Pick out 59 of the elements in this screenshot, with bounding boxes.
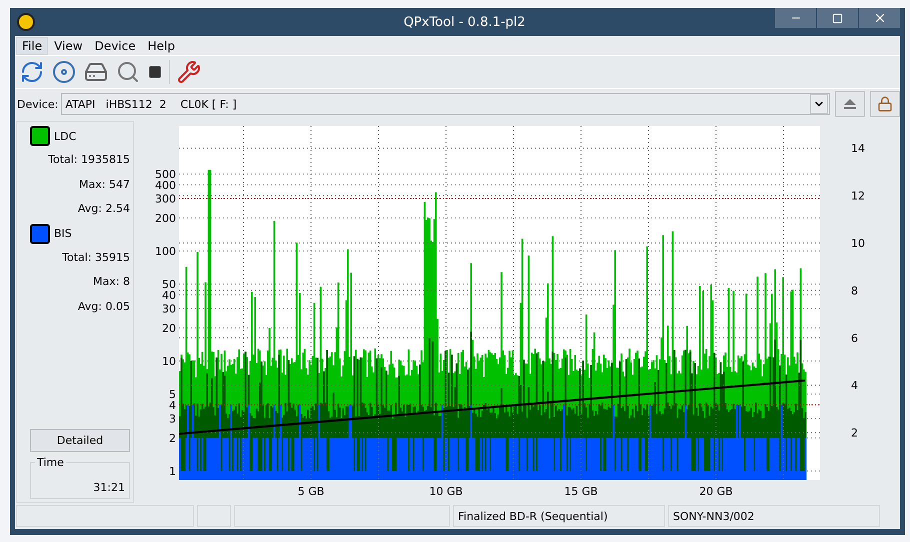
stat-value: Avg: 0.05	[76, 298, 130, 314]
axis-label: 12	[851, 190, 865, 203]
maximize-button[interactable]	[816, 8, 858, 28]
axis-label: 4	[169, 398, 176, 412]
axis-label: 8	[851, 284, 858, 298]
device-label: Device:	[17, 98, 58, 110]
status-text: SONY-NN3/002	[668, 505, 880, 527]
axis-label: 50	[162, 278, 176, 292]
close-button[interactable]	[858, 8, 900, 28]
maximize-icon	[832, 12, 843, 24]
axis-label: 100	[155, 245, 176, 258]
axis-label: 3	[169, 412, 176, 426]
lock-icon	[877, 96, 893, 112]
axis-label: 5 GB	[298, 485, 324, 498]
axis-label: 40	[162, 288, 176, 302]
axis-label: 15 GB	[564, 485, 598, 498]
axis-label: 4	[851, 379, 858, 392]
axis-label: 20 GB	[699, 485, 733, 498]
axis-label: 1	[169, 465, 176, 478]
legend-label: BIS	[54, 227, 72, 240]
refresh-icon[interactable]	[19, 59, 45, 85]
axis-label: 300	[155, 192, 176, 206]
axis-label: 2	[851, 426, 858, 440]
window-title: QPxTool - 0.8.1-pl2	[402, 14, 526, 30]
axis-label: 6	[851, 332, 858, 345]
axis-label: 14	[851, 142, 865, 156]
stat-value: Total: 35915	[61, 250, 130, 266]
stat-value: Max: 547	[78, 176, 130, 192]
axis-label: 20	[162, 322, 176, 335]
axis-label: 400	[155, 178, 176, 192]
legend-label: LDC	[54, 130, 76, 142]
axis-label: 500	[155, 168, 176, 182]
axis-label: 5	[169, 388, 176, 402]
axis-label: 30	[162, 302, 176, 316]
stop-icon[interactable]	[147, 64, 163, 80]
app-icon	[17, 13, 35, 31]
detailed-button[interactable]: Detailed	[30, 429, 130, 452]
disc-icon[interactable]	[51, 59, 77, 85]
time-value: 31:21	[92, 481, 125, 494]
axis-label: 10	[162, 355, 176, 368]
menu-item[interactable]: View	[48, 36, 89, 54]
status-text: Finalized BD-R (Sequential)	[453, 505, 665, 527]
axis-label: 2	[169, 432, 176, 445]
eject-button[interactable]	[835, 91, 865, 117]
device-dropdown[interactable]: ATAPI iHBS112 2 CL0K [ F: ]	[61, 93, 830, 115]
axis-label: 10 GB	[429, 485, 463, 498]
time-label: Time	[36, 456, 65, 469]
axis-label: 200	[155, 212, 176, 225]
axis-label: 10	[851, 237, 865, 250]
menu-item[interactable]: Help	[142, 36, 181, 54]
eject-icon	[843, 98, 857, 110]
wrench-icon[interactable]	[176, 59, 202, 85]
stat-value: Total: 1935815	[47, 152, 130, 168]
stat-value: Avg: 2.54	[76, 201, 130, 217]
menu-item[interactable]: Device	[88, 36, 142, 54]
lock-button[interactable]	[870, 91, 900, 117]
stat-value: Max: 8	[92, 274, 130, 290]
search-icon[interactable]	[115, 59, 141, 85]
menu-item[interactable]: File	[16, 36, 48, 54]
